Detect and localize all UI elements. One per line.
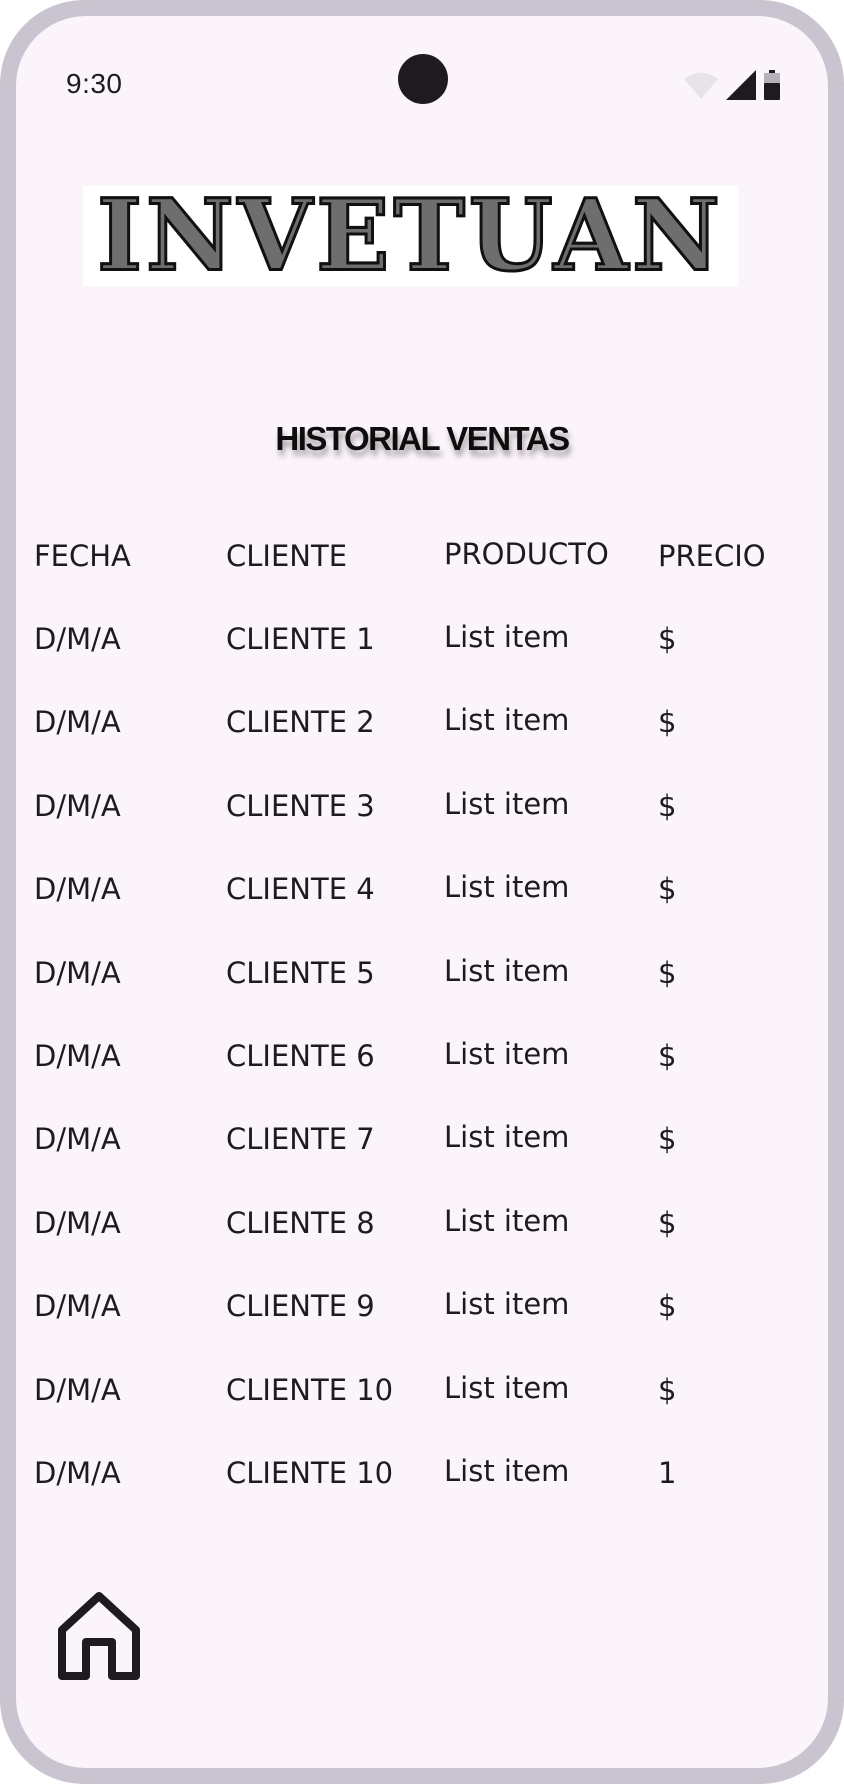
row-9-product: List item [444, 1287, 570, 1321]
header-client: CLIENTE [226, 539, 348, 573]
row-3-product: List item [444, 787, 570, 821]
row-4-client: CLIENTE 4 [226, 872, 375, 906]
row-1-date: D/M/A [34, 622, 121, 656]
home-icon [58, 1592, 140, 1680]
header-date: FECHA [34, 539, 131, 573]
brand-logo: INVETUAN [83, 177, 738, 294]
row-5-product: List item [444, 954, 570, 988]
row-4-product: List item [444, 870, 570, 904]
row-1-price: $ [658, 622, 677, 656]
status-icons [684, 70, 780, 100]
header-price: PRECIO [658, 539, 766, 573]
row-2-product: List item [444, 703, 570, 737]
wifi-icon [684, 72, 718, 99]
row-4-date: D/M/A [34, 872, 121, 906]
row-6-product: List item [444, 1037, 570, 1071]
row-6-client: CLIENTE 6 [226, 1039, 375, 1073]
row-6-price: $ [658, 1039, 677, 1073]
row-3-price: $ [658, 789, 677, 823]
row-7-price: $ [658, 1122, 677, 1156]
row-10-product: List item [444, 1371, 570, 1405]
signal-icon [726, 70, 756, 100]
page-title: HISTORIAL VENTAS [275, 420, 570, 457]
row-5-client: CLIENTE 5 [226, 956, 375, 990]
row-2-price: $ [658, 705, 677, 739]
row-10-price: $ [658, 1373, 677, 1407]
status-time: 9:30 [66, 68, 123, 99]
row-9-price: $ [658, 1289, 677, 1323]
row-10-date: D/M/A [34, 1373, 121, 1407]
home-button[interactable] [54, 1590, 144, 1682]
app-screen: 9:30 INVETUAN HISTORIAL VENTAS FECHA CLIE… [16, 16, 828, 1768]
row-7-client: CLIENTE 7 [226, 1122, 375, 1156]
row-9-date: D/M/A [34, 1289, 121, 1323]
row-3-client: CLIENTE 3 [226, 789, 375, 823]
row-4-price: $ [658, 872, 677, 906]
row-8-price: $ [658, 1206, 677, 1240]
row-11-client: CLIENTE 10 [226, 1456, 394, 1490]
row-11-product: List item [444, 1454, 570, 1488]
row-11-date: D/M/A [34, 1456, 121, 1490]
row-3-date: D/M/A [34, 789, 121, 823]
brand-logo-text: INVETUAN [96, 177, 724, 294]
header-product: PRODUCTO [444, 537, 609, 571]
row-5-date: D/M/A [34, 956, 121, 990]
row-8-date: D/M/A [34, 1206, 121, 1240]
row-2-date: D/M/A [34, 705, 121, 739]
camera-cutout [398, 54, 448, 104]
row-7-product: List item [444, 1120, 570, 1154]
row-7-date: D/M/A [34, 1122, 121, 1156]
row-8-client: CLIENTE 8 [226, 1206, 375, 1240]
device-frame: 9:30 INVETUAN HISTORIAL VENTAS FECHA CLIE… [0, 0, 844, 1784]
row-8-product: List item [444, 1204, 570, 1238]
row-6-date: D/M/A [34, 1039, 121, 1073]
row-1-product: List item [444, 620, 570, 654]
battery-icon [764, 70, 780, 100]
row-10-client: CLIENTE 10 [226, 1373, 394, 1407]
row-5-price: $ [658, 956, 677, 990]
row-1-client: CLIENTE 1 [226, 622, 375, 656]
row-9-client: CLIENTE 9 [226, 1289, 375, 1323]
row-2-client: CLIENTE 2 [226, 705, 375, 739]
row-11-price: 1 [658, 1456, 677, 1490]
